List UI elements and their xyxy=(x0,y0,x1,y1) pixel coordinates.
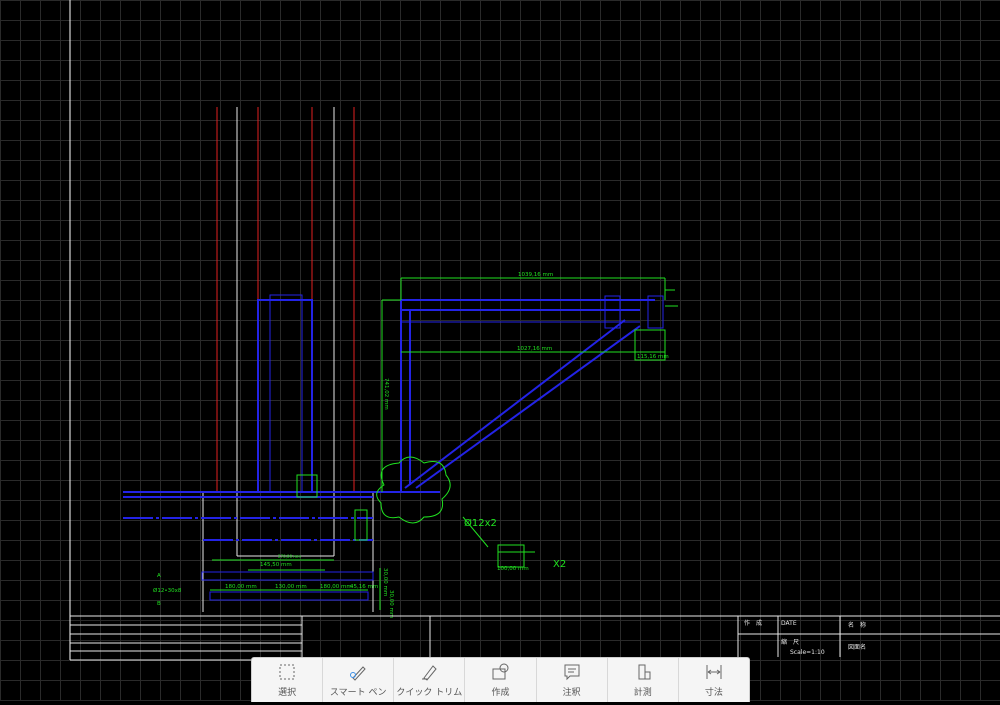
create-tool-label: 作成 xyxy=(491,688,510,698)
dim-bottom4: 180,00 mm xyxy=(320,584,352,590)
select-icon xyxy=(279,664,295,680)
scale-label: 縮 尺 xyxy=(781,638,799,646)
dim-bottom5: 45,16 mm xyxy=(350,584,378,590)
dim-bottom1: 145,50 mm xyxy=(260,562,292,568)
drawing-name-label: 図面名 xyxy=(848,643,866,651)
smart-pen-icon xyxy=(350,666,366,681)
section-a-label: A xyxy=(157,573,161,579)
rebar-label: Ø12x2 xyxy=(464,517,497,529)
select-tool-button[interactable]: 選択 xyxy=(252,658,324,702)
dim-right-small: 115,16 mm xyxy=(637,354,669,360)
section-b-label: B xyxy=(157,601,161,607)
drawing-canvas[interactable]: 1039,16 mm 1027,16 mm 115,16 mm 741,02 m… xyxy=(0,0,1000,701)
rebar-spec-label: Ø12•30x8 xyxy=(153,587,182,594)
select-tool-label: 選択 xyxy=(278,688,297,698)
smart-pen-tool-label: スマート ペン xyxy=(329,688,387,698)
scale-value: Scale=1:10 xyxy=(790,649,825,656)
dimension-icon xyxy=(706,665,722,679)
create-tool-button[interactable]: 作成 xyxy=(465,658,537,702)
dim-vert-right1: 30,00 mm xyxy=(382,568,388,596)
smart-pen-tool-button[interactable]: スマート ペン xyxy=(323,658,395,702)
name-label: 名 称 xyxy=(848,621,866,629)
dim-vertical: 741,02 mm xyxy=(383,378,389,410)
date-label: DATE xyxy=(781,620,797,627)
dim-vert-right2: 30,00 mm xyxy=(388,590,394,618)
steel-structure xyxy=(123,294,664,601)
annotation-tool-button[interactable]: 注釈 xyxy=(537,658,608,702)
bottom-toolbar: 選択 スマート ペン クイック トリム 作成 注釈 計測 寸法 xyxy=(251,657,750,702)
quick-trim-icon xyxy=(422,665,438,681)
annotation-icon xyxy=(564,664,580,681)
dim-inner: 1027,16 mm xyxy=(517,346,552,352)
measure-icon xyxy=(638,664,651,680)
x2-label: X2 xyxy=(553,559,566,570)
dim-bottom3: 130,00 mm xyxy=(275,584,307,590)
measure-tool-button[interactable]: 計測 xyxy=(608,658,679,702)
cad-drawing[interactable]: 1039,16 mm 1027,16 mm 115,16 mm 741,02 m… xyxy=(0,0,1000,701)
dim-bottom2: 180,00 mm xyxy=(225,584,257,590)
author-label: 作 成 xyxy=(744,619,762,627)
dimension-tool-label: 寸法 xyxy=(704,688,723,698)
dim-left-small: 270,00 mm xyxy=(278,554,301,559)
annotation-tool-label: 注釈 xyxy=(562,688,581,698)
quick-trim-tool-button[interactable]: クイック トリム xyxy=(394,658,466,702)
wall-outline xyxy=(202,107,440,612)
quick-trim-tool-label: クイック トリム xyxy=(396,688,463,698)
dim-detail-bottom: 100,00 mm xyxy=(497,566,529,572)
dim-top: 1039,16 mm xyxy=(518,272,553,278)
measure-tool-label: 計測 xyxy=(633,688,652,698)
create-icon xyxy=(492,663,509,680)
dimension-tool-button[interactable]: 寸法 xyxy=(679,658,749,702)
